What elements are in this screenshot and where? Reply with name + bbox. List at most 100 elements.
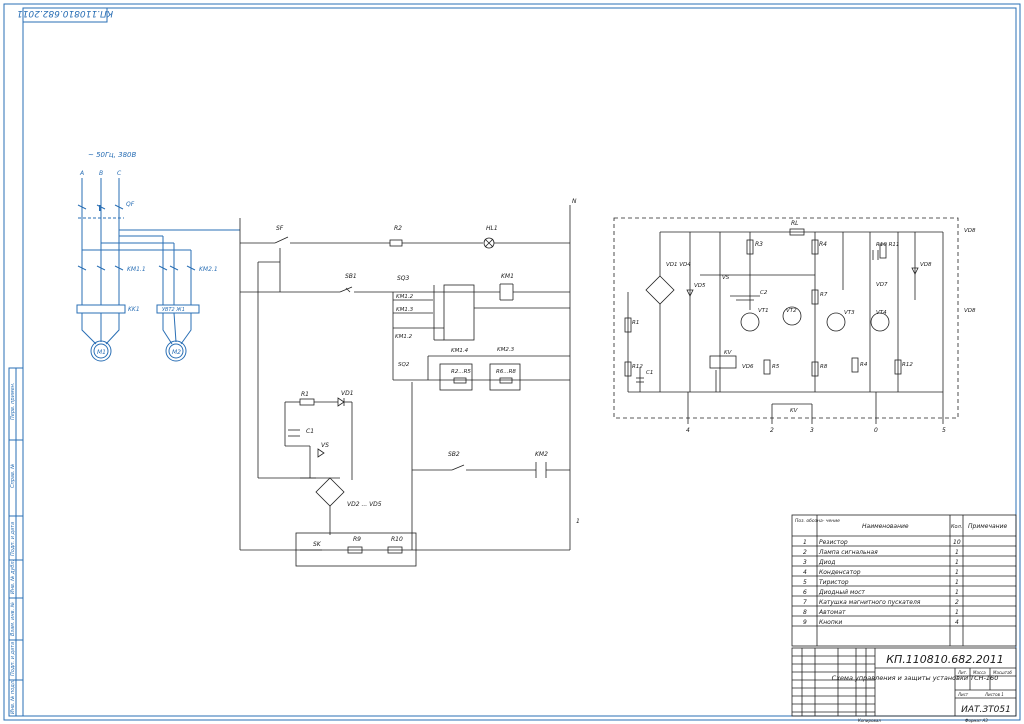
lbl-r10r11: R10 R11 <box>876 242 899 248</box>
lbl-km12: KM1.2 <box>396 294 414 300</box>
lbl-r2: R2 <box>394 225 402 232</box>
supply-label: ~ 50Гц, 380В <box>88 151 136 159</box>
side-label-1: Справ. № <box>10 464 16 488</box>
lbl-vs: VS <box>722 275 730 281</box>
bom-row-1-qty: 1 <box>955 549 959 556</box>
lbl-r9: R9 <box>353 536 361 543</box>
bom-header-name: Наименование <box>862 523 909 530</box>
lbl-vd5: VD5 <box>694 283 706 289</box>
title-lit: Лит. <box>957 670 967 675</box>
bom-row-5-pos: 6 <box>803 589 807 596</box>
lbl-km23: KM2.3 <box>497 347 515 353</box>
lbl-kv2: KV <box>790 408 799 414</box>
qf-label: QF <box>126 201 135 208</box>
lbl-sk: SK <box>313 541 322 548</box>
lbl-r5: R5 <box>772 364 780 370</box>
term-4: 4 <box>686 427 690 434</box>
lbl-vt2: VT2 <box>786 308 797 314</box>
lbl-r12-left: R12 <box>632 364 643 370</box>
lbl-vt4: VT4 <box>876 310 887 316</box>
km21-label: KM2.1 <box>199 266 218 273</box>
motor2-label: M2 <box>172 349 181 356</box>
bom-row-4-name: Тиристор <box>819 579 849 586</box>
lbl-km13: KM1.3 <box>396 307 414 313</box>
kk2-label: УВТ2 Ж1 <box>162 307 185 313</box>
lbl-vs: VS <box>321 442 329 449</box>
drawing-sheet: КП.110810.682.2011 Перв. примен. Справ. … <box>3 3 1021 723</box>
bom-header-note: Примечание <box>968 523 1007 530</box>
lbl-vt3: VT3 <box>844 310 855 316</box>
bom-row-7-pos: 8 <box>803 609 807 616</box>
bom-header-pos: Поз. обозна- чение <box>795 518 840 524</box>
km11-label: KM1.1 <box>127 266 146 273</box>
title-scale: Масштаб <box>993 670 1013 675</box>
lbl-r2r5: R2...R5 <box>451 369 471 375</box>
lbl-sb1: SB1 <box>345 273 357 280</box>
lbl-c1: C1 <box>306 428 314 435</box>
lbl-r3: R3 <box>755 241 763 248</box>
side-label-0: Перв. примен. <box>10 382 16 420</box>
bom-row-8-name: Кнопки <box>819 619 842 626</box>
lbl-km2: KM2 <box>535 451 548 458</box>
title-sheet: Лист <box>957 692 969 697</box>
bom-row-2-qty: 1 <box>955 559 959 566</box>
lbl-km14: KM1.4 <box>451 348 469 354</box>
bom-text: Поз. обозна- чение Наименование Кол. При… <box>795 518 1007 626</box>
lbl-kv: KV <box>724 350 733 356</box>
lbl-km12b: KM1.2 <box>395 334 413 340</box>
lbl-vd2: VD2 ... VD5 <box>347 501 382 508</box>
term-0: 0 <box>874 427 878 434</box>
top-stamp-text: КП.110810.682.2011 <box>17 8 113 18</box>
lbl-r8: R8 <box>820 364 828 370</box>
lbl-vd8: VD8 <box>920 262 932 268</box>
bom-row-0-qty: 10 <box>953 539 961 546</box>
lbl-one: 1 <box>576 518 580 525</box>
phase-b-label: B <box>99 170 103 177</box>
bom-row-3-qty: 1 <box>955 569 959 576</box>
lbl-r1: R1 <box>632 320 639 326</box>
side-label-3: Инв. № дубл. <box>10 560 16 594</box>
bom-row-3-name: Конденсатор <box>819 569 861 576</box>
side-label-6: Инв. № подл. <box>10 680 16 715</box>
lbl-sq3: SQ3 <box>397 275 410 282</box>
term-2: 2 <box>770 427 774 434</box>
title-org: ИАТ.ЗТ051 <box>961 705 1011 715</box>
lbl-r10: R10 <box>391 536 403 543</box>
lbl-vd1vd4: VD1 VD4 <box>666 262 691 268</box>
lbl-hl1: HL1 <box>486 225 498 232</box>
bom-header-qty: Кол. <box>951 524 962 530</box>
bom-row-1-pos: 2 <box>803 549 807 556</box>
lbl-sq2: SQ2 <box>398 362 410 368</box>
bom-row-6-pos: 7 <box>803 599 807 606</box>
lbl-rl: RL <box>791 220 799 227</box>
lbl-vd7: VD7 <box>876 282 888 288</box>
bom-row-4-pos: 5 <box>803 579 807 586</box>
lbl-r12: R12 <box>902 362 913 368</box>
bom-row-6-name: Катушка магнитного пускателя <box>819 599 921 606</box>
side-label-4: Взам. инв. № <box>10 602 16 636</box>
bom-row-4-qty: 1 <box>955 579 959 586</box>
lbl-r1: R1 <box>301 391 309 398</box>
lbl-c1: C1 <box>646 370 653 376</box>
lbl-sf: SF <box>276 225 284 232</box>
outer-border <box>3 3 1021 721</box>
bom-row-0-name: Резистор <box>819 539 848 546</box>
bom-row-7-name: Автомат <box>818 609 846 616</box>
bom-row-3-pos: 4 <box>803 569 807 576</box>
side-label-2: Подп. и дата <box>10 522 16 556</box>
lbl-r6r8: R6...R8 <box>496 369 516 375</box>
side-label-5: Подп. и дата <box>10 642 16 676</box>
phase-c-label: C <box>117 170 122 177</box>
phase-a-label: A <box>79 170 84 177</box>
bom-row-5-qty: 1 <box>955 589 959 596</box>
lbl-r4: R4 <box>819 241 827 248</box>
lbl-sb2: SB2 <box>448 451 460 458</box>
sensor-labels: RL R3 R4 R10 R11 VD8 VD8 VD8 VD1 VD4 VD5… <box>632 220 976 434</box>
motor1-label: M1 <box>97 349 106 356</box>
bom-row-2-name: Диод <box>818 559 835 566</box>
lbl-n: N <box>572 198 577 205</box>
bom-row-0-pos: 1 <box>803 539 807 546</box>
title-code: КП.110810.682.2011 <box>886 653 1004 666</box>
title-copied: Копировал <box>858 718 881 723</box>
bom-row-8-qty: 4 <box>955 619 959 626</box>
